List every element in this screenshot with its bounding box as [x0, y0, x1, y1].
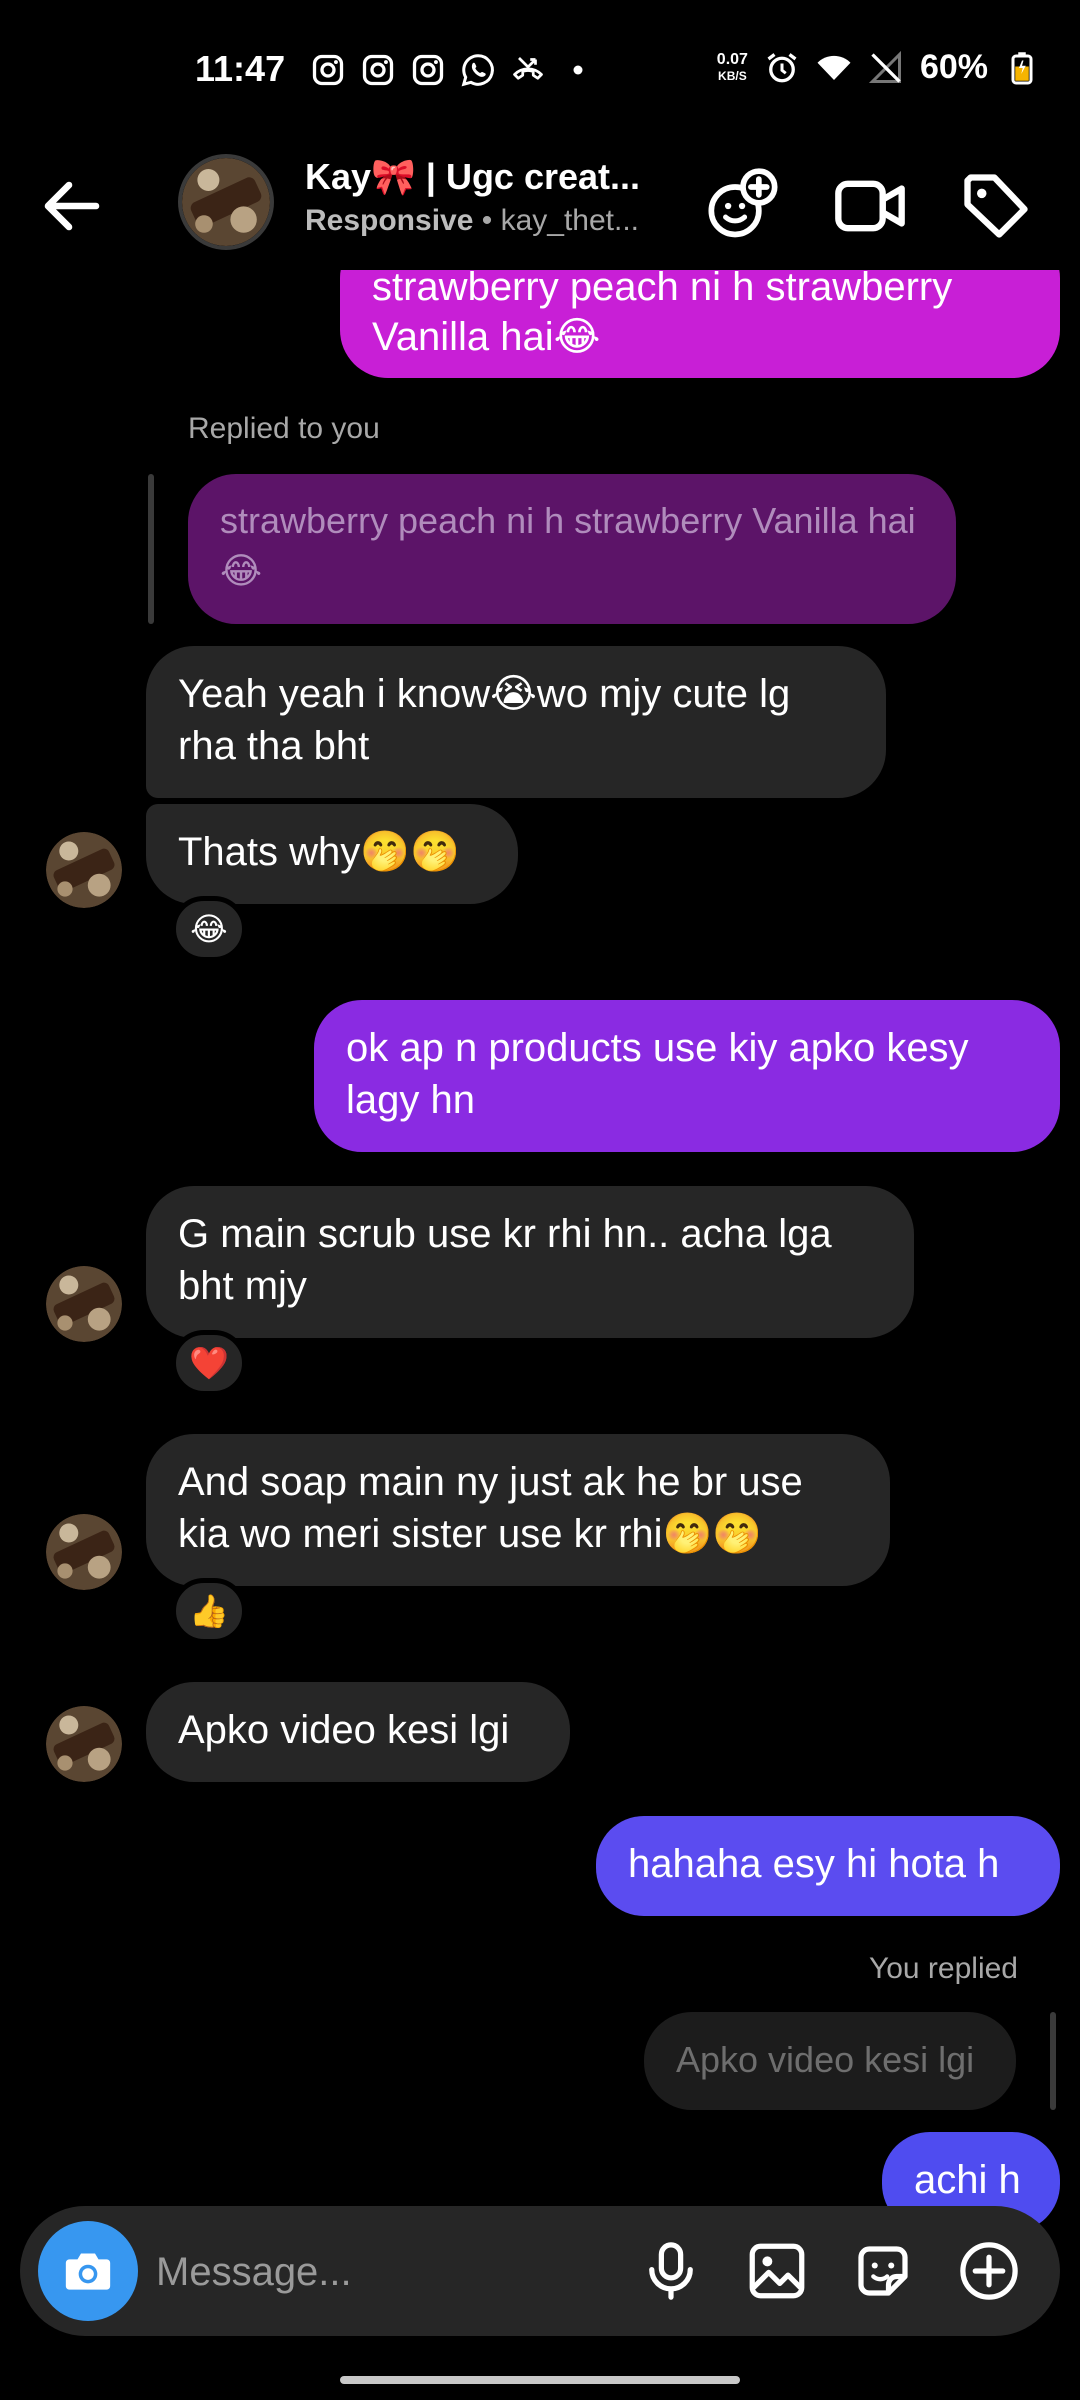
no-signal-icon — [868, 50, 901, 83]
reply-label: Replied to you — [188, 412, 380, 445]
network-speed: 0.07 KB/S — [716, 50, 748, 84]
reaction-emoji: 😂 — [190, 911, 228, 947]
battery-charging-icon — [1011, 51, 1033, 84]
battery-percent: 60% — [919, 48, 988, 86]
status-bar: 11:47 0.07 KB/S 60% — [0, 0, 1080, 140]
network-speed-unit: KB/S — [718, 68, 747, 83]
quoted-message[interactable]: strawberry peach ni h strawberry Vanilla… — [188, 474, 956, 624]
reply-bar — [148, 474, 154, 624]
network-speed-value: 0.07 — [716, 50, 748, 68]
notification-icons — [310, 52, 596, 88]
message-text: Thats why🤭🤭 — [178, 830, 460, 874]
chat-header: Kay🎀 | Ugc creat... Responsive • kay_the… — [0, 140, 1080, 270]
alarm-icon — [767, 52, 797, 82]
back-arrow-icon[interactable] — [36, 170, 108, 242]
message-text: Yeah yeah i know😭wo mjy cute lg rha tha … — [178, 672, 791, 768]
camera-icon — [65, 2253, 111, 2290]
reaction-emoji: 👍 — [189, 1593, 229, 1629]
status-time: 11:47 — [195, 48, 286, 89]
instagram-notification-icon — [312, 54, 344, 86]
system-status: 0.07 KB/S 60% — [717, 48, 1040, 87]
sticker-icon[interactable] — [850, 2238, 916, 2304]
instagram-notification-icon — [362, 54, 394, 86]
incoming-message[interactable]: G main scrub use kr rhi hn.. acha lga bh… — [146, 1186, 914, 1338]
video-call-icon[interactable] — [832, 168, 908, 244]
whatsapp-notification-icon — [461, 54, 494, 87]
contact-subtitle[interactable]: Responsive • kay_thet... — [305, 204, 639, 238]
incoming-message[interactable]: Apko video kesi lgi — [146, 1682, 570, 1782]
home-indicator[interactable] — [340, 2376, 740, 2384]
reply-bar — [1050, 2012, 1056, 2110]
reply-label: You replied — [868, 1952, 1018, 1985]
gallery-icon[interactable] — [744, 2238, 810, 2304]
outgoing-message[interactable]: ok ap n products use kiy apko kesy lagy … — [314, 1000, 1060, 1152]
microphone-icon[interactable] — [638, 2238, 704, 2304]
message-text: And soap main ny just ak he br use kia w… — [178, 1460, 803, 1556]
message-text: hahaha esy hi hota h — [628, 1842, 1000, 1886]
missed-call-icon — [513, 57, 543, 80]
message-reaction[interactable]: 😂 — [171, 896, 247, 962]
camera-button[interactable] — [38, 2221, 138, 2321]
reaction-emoji: ❤️ — [189, 1345, 229, 1381]
message-composer — [20, 2206, 1060, 2336]
sender-avatar[interactable] — [46, 1266, 122, 1342]
add-people-icon[interactable] — [705, 168, 781, 244]
contact-name[interactable]: Kay🎀 | Ugc creat... — [305, 156, 640, 198]
sender-avatar[interactable] — [46, 1514, 122, 1590]
message-text: ok ap n products use kiy apko kesy lagy … — [346, 1026, 969, 1122]
message-text: achi h — [914, 2158, 1021, 2202]
message-reaction[interactable]: 👍 — [171, 1578, 247, 1644]
message-text: strawberry peach ni h strawberry Vanilla… — [372, 265, 953, 359]
instagram-notification-icon — [412, 54, 444, 86]
incoming-message[interactable]: Yeah yeah i know😭wo mjy cute lg rha tha … — [146, 646, 886, 798]
quoted-text: strawberry peach ni h strawberry Vanilla… — [220, 500, 916, 591]
activity-status: Responsive — [305, 204, 474, 237]
message-input[interactable] — [156, 2242, 616, 2302]
message-text: G main scrub use kr rhi hn.. acha lga bh… — [178, 1212, 832, 1308]
incoming-message[interactable]: And soap main ny just ak he br use kia w… — [146, 1434, 890, 1586]
message-reaction[interactable]: ❤️ — [171, 1330, 247, 1396]
tag-icon[interactable] — [958, 168, 1034, 244]
plus-icon[interactable] — [956, 2238, 1022, 2304]
incoming-message[interactable]: Thats why🤭🤭 — [146, 804, 518, 904]
outgoing-message[interactable]: hahaha esy hi hota h — [596, 1816, 1060, 1916]
message-text: Apko video kesi lgi — [178, 1708, 510, 1752]
sender-avatar[interactable] — [46, 832, 122, 908]
more-dot-icon — [573, 65, 583, 75]
quoted-text: Apko video kesi lgi — [676, 2039, 975, 2080]
avatar[interactable] — [178, 154, 274, 250]
quoted-message[interactable]: Apko video kesi lgi — [644, 2012, 1016, 2110]
wifi-icon — [817, 55, 851, 80]
sender-avatar[interactable] — [46, 1706, 122, 1782]
contact-username: • kay_thet... — [473, 204, 639, 237]
